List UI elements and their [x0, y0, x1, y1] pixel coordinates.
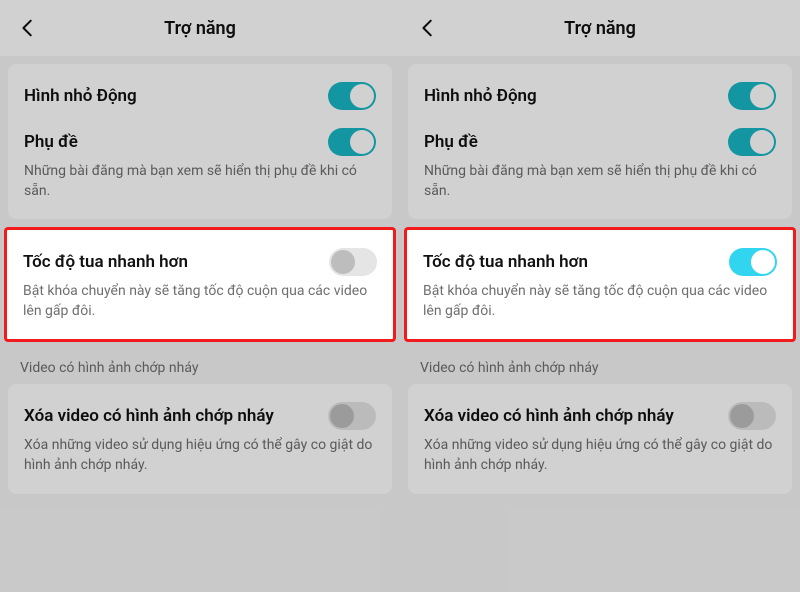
fast-scroll-card-highlighted: Tốc độ tua nhanh hơn Bật khóa chuyển này…: [4, 227, 396, 342]
animated-thumbnail-toggle[interactable]: [328, 82, 376, 110]
subtitles-toggle[interactable]: [328, 128, 376, 156]
remove-flashing-label: Xóa video có hình ảnh chớp nháy: [24, 406, 274, 426]
remove-flashing-desc: Xóa những video sử dụng hiệu ứng có thể …: [424, 436, 776, 475]
back-icon[interactable]: [16, 16, 40, 40]
settings-card: Hình nhỏ Động Phụ đề Những bài đăng mà b…: [8, 64, 392, 219]
subtitles-label: Phụ đề: [424, 132, 478, 152]
header: Trợ năng: [0, 0, 400, 56]
screenshot-after: Trợ năng Hình nhỏ Động Phụ đề Những bài …: [400, 0, 800, 592]
fast-scroll-desc: Bật khóa chuyển này sẽ tăng tốc độ cuộn …: [423, 282, 777, 321]
fast-scroll-toggle[interactable]: [729, 248, 777, 276]
remove-flashing-card: Xóa video có hình ảnh chớp nháy Xóa nhữn…: [408, 384, 792, 493]
subtitles-label: Phụ đề: [24, 132, 78, 152]
subtitles-desc: Những bài đăng mà bạn xem sẽ hiển thị ph…: [24, 162, 376, 201]
fast-scroll-desc: Bật khóa chuyển này sẽ tăng tốc độ cuộn …: [23, 282, 377, 321]
page-title: Trợ năng: [564, 18, 636, 39]
animated-thumbnail-label: Hình nhỏ Động: [24, 86, 137, 106]
remove-flashing-toggle[interactable]: [328, 402, 376, 430]
remove-flashing-toggle[interactable]: [728, 402, 776, 430]
subtitles-toggle[interactable]: [728, 128, 776, 156]
fast-scroll-label: Tốc độ tua nhanh hơn: [423, 252, 588, 272]
subtitles-desc: Những bài đăng mà bạn xem sẽ hiển thị ph…: [424, 162, 776, 201]
screenshot-before: Trợ năng Hình nhỏ Động Phụ đề Những bài …: [0, 0, 400, 592]
page-title: Trợ năng: [164, 18, 236, 39]
header: Trợ năng: [400, 0, 800, 56]
settings-card: Hình nhỏ Động Phụ đề Những bài đăng mà b…: [408, 64, 792, 219]
remove-flashing-desc: Xóa những video sử dụng hiệu ứng có thể …: [24, 436, 376, 475]
animated-thumbnail-toggle[interactable]: [728, 82, 776, 110]
flashing-section-label: Video có hình ảnh chớp nháy: [20, 360, 400, 376]
back-icon[interactable]: [416, 16, 440, 40]
flashing-section-label: Video có hình ảnh chớp nháy: [420, 360, 800, 376]
animated-thumbnail-label: Hình nhỏ Động: [424, 86, 537, 106]
fast-scroll-toggle[interactable]: [329, 248, 377, 276]
fast-scroll-label: Tốc độ tua nhanh hơn: [23, 252, 188, 272]
remove-flashing-card: Xóa video có hình ảnh chớp nháy Xóa nhữn…: [8, 384, 392, 493]
fast-scroll-card-highlighted: Tốc độ tua nhanh hơn Bật khóa chuyển này…: [404, 227, 796, 342]
remove-flashing-label: Xóa video có hình ảnh chớp nháy: [424, 406, 674, 426]
